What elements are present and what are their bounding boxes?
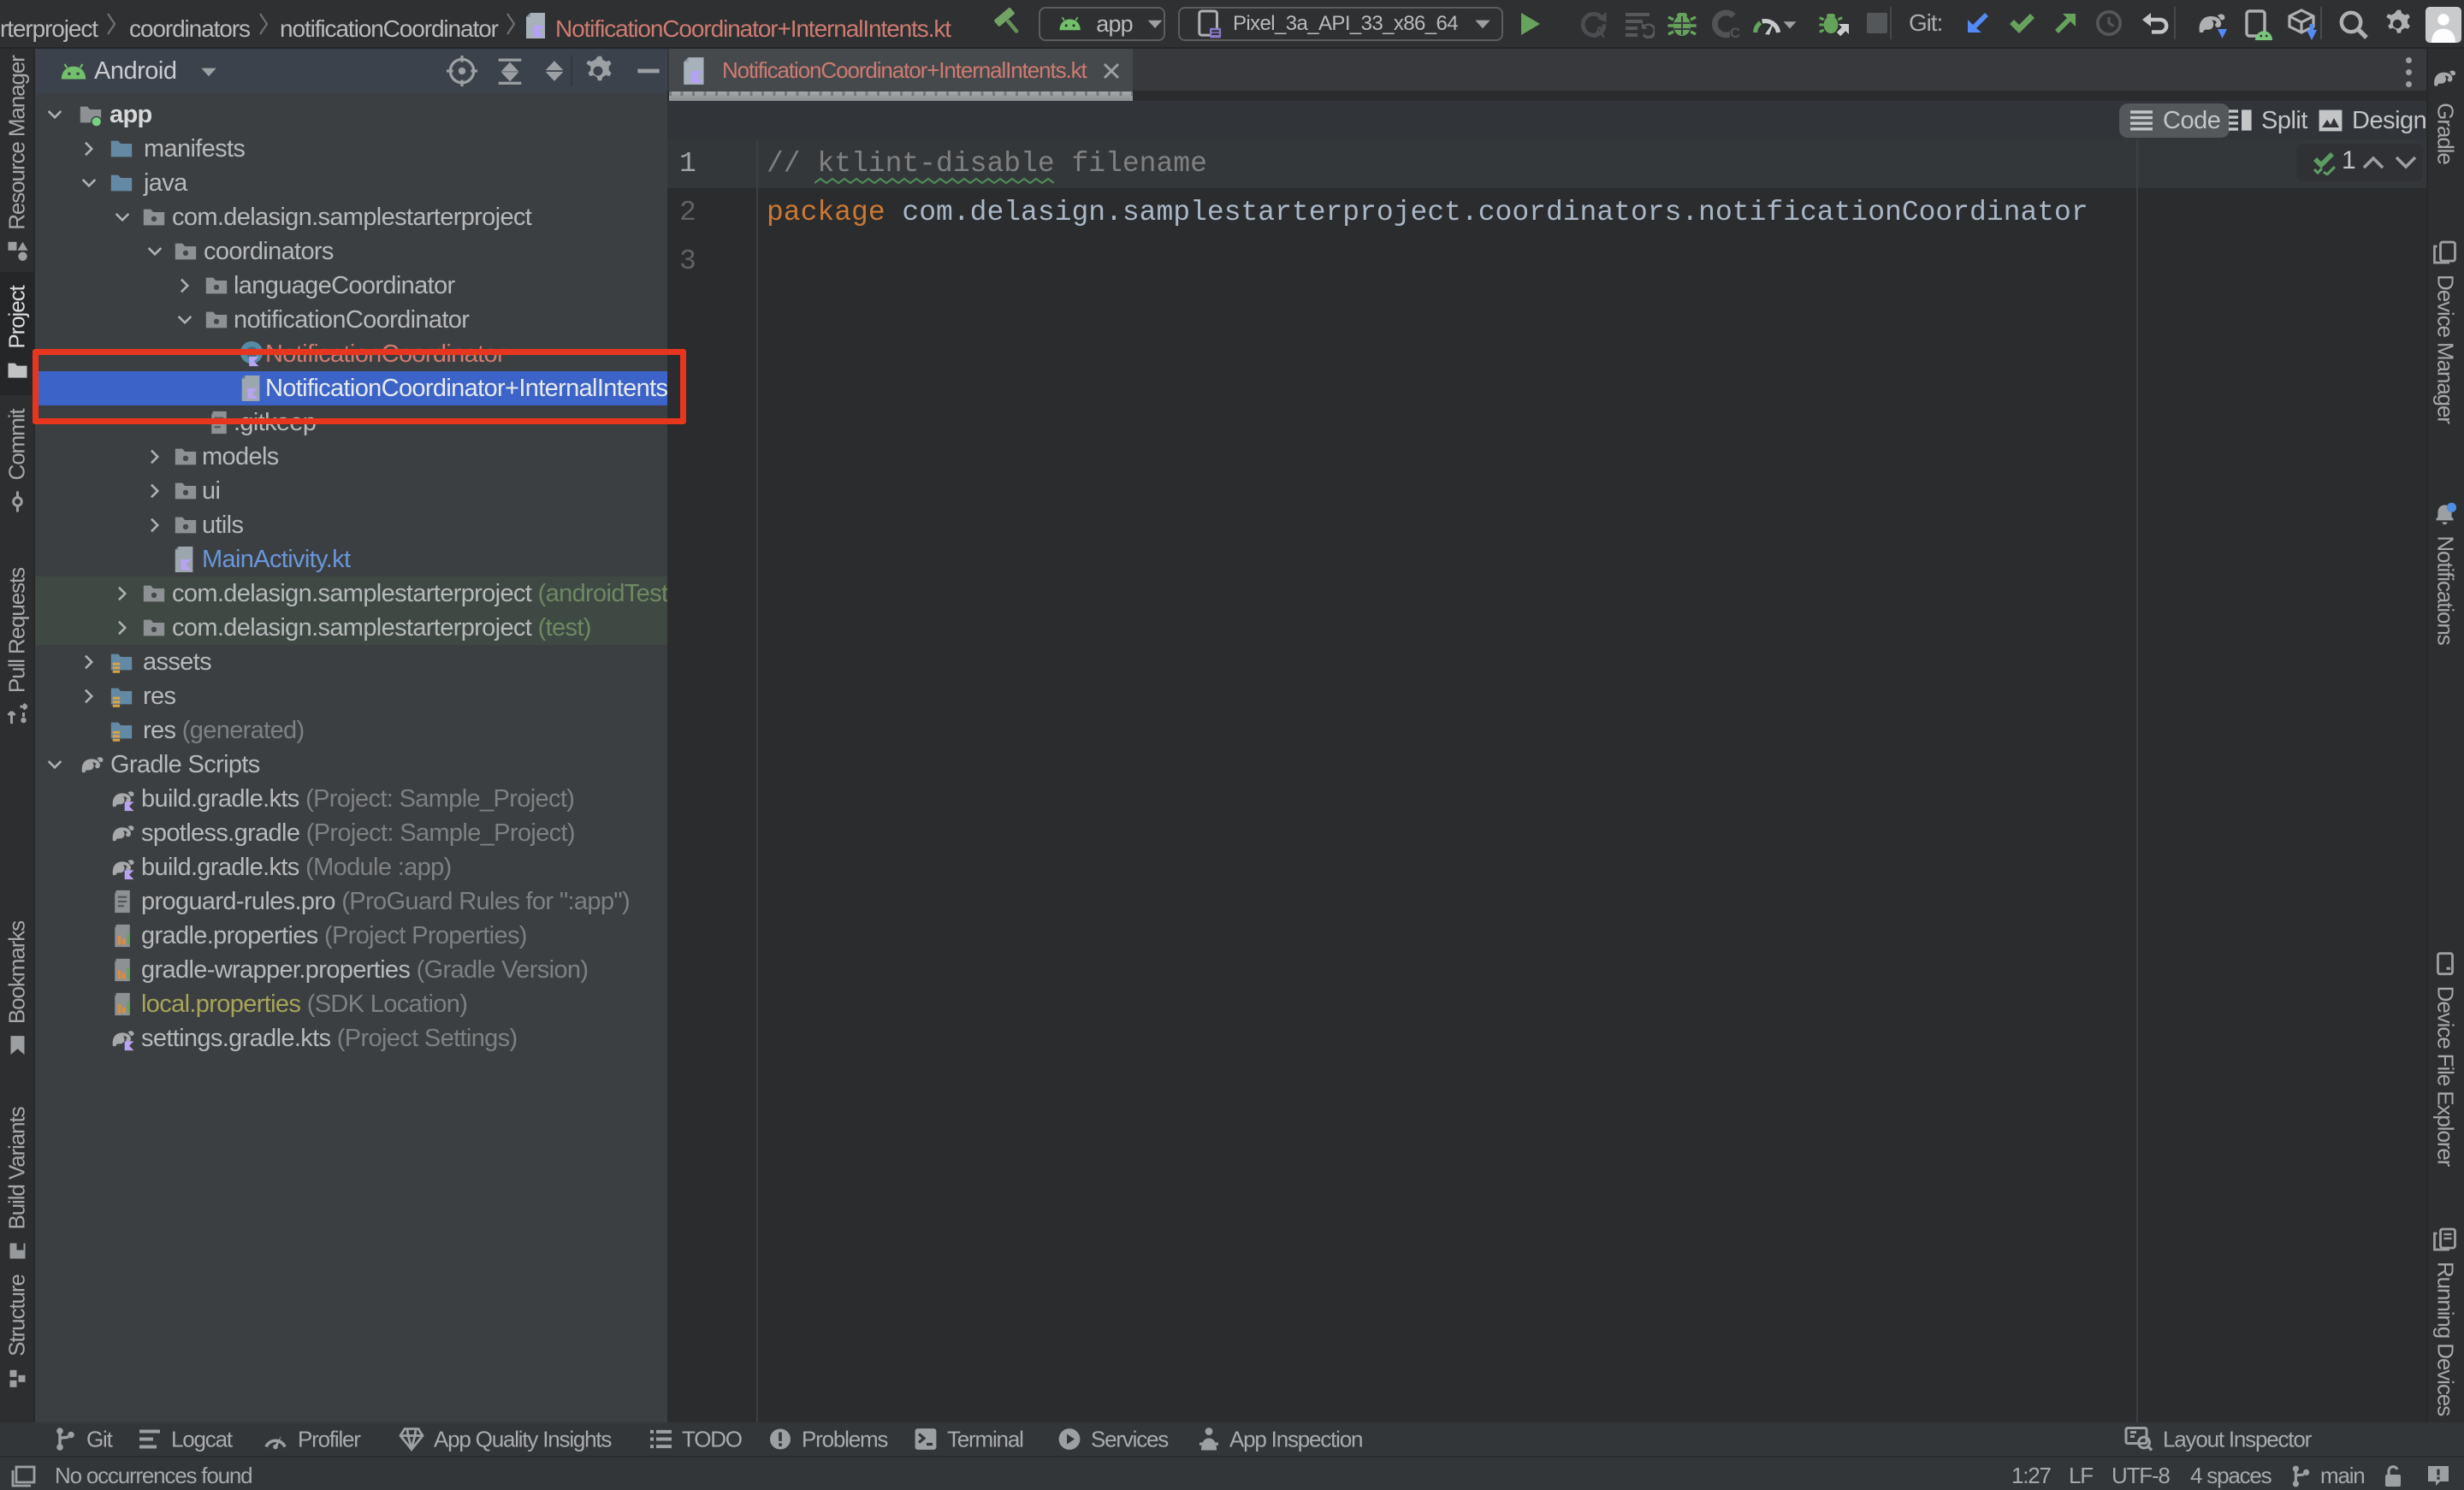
- svg-text:A: A: [1594, 24, 1605, 38]
- svg-text:C: C: [1730, 25, 1740, 38]
